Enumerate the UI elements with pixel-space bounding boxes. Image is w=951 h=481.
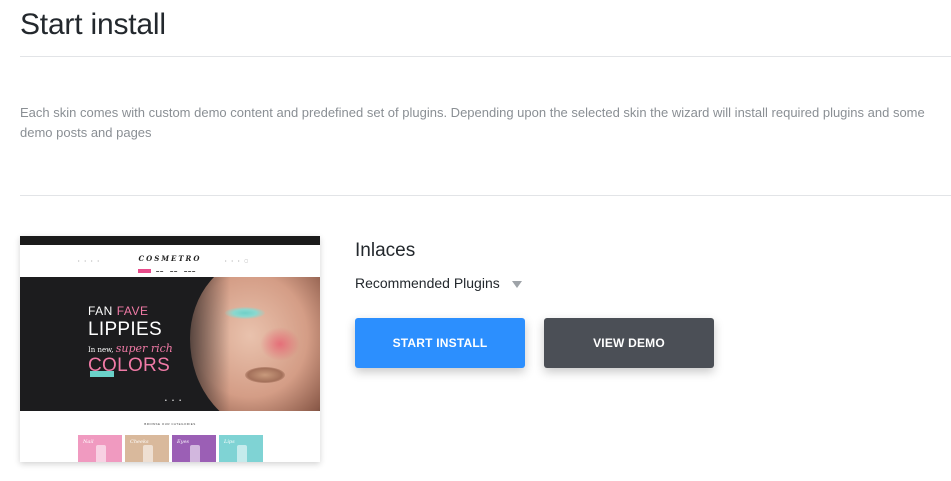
hero-line2: LIPPIES <box>88 319 162 340</box>
category-label: Nail <box>83 439 94 445</box>
preview-nav: ▬▬ ▬▬ ▬▬▬ <box>20 269 320 273</box>
preview-categories-title: BROWSE OUR CATEGORIES <box>144 422 196 426</box>
view-demo-button[interactable]: VIEW DEMO <box>544 318 714 368</box>
category-product <box>190 445 200 462</box>
start-install-button[interactable]: START INSTALL <box>355 318 525 368</box>
preview-category-card: Eyes <box>172 435 216 462</box>
preview-slider-dots: • • • <box>165 398 184 404</box>
skin-preview-image: • • • • COSMETRO • • • ▢ ▬▬ ▬▬ ▬▬▬ FAN FAV… <box>20 236 320 462</box>
skin-name: Inlaces <box>355 240 416 261</box>
preview-eyeshadow <box>225 307 265 319</box>
preview-hero-text: FAN FAVE LIPPIES In new, super rich COLO… <box>88 304 173 377</box>
preview-hero-shadow <box>170 277 230 411</box>
category-product <box>143 445 153 462</box>
hero-line1-a: FAN <box>88 304 113 318</box>
hero-line3-b: super rich <box>115 342 173 355</box>
header-divider <box>20 56 951 57</box>
caret-down-icon[interactable] <box>512 281 522 288</box>
hero-line1-b: FAVE <box>116 304 149 318</box>
preview-blush <box>260 327 300 361</box>
preview-shop-button <box>90 371 114 377</box>
preview-category-card: Cheeks <box>125 435 169 462</box>
section-divider <box>20 195 951 196</box>
preview-topbar <box>20 236 320 245</box>
category-label: Eyes <box>177 439 189 445</box>
preview-lips <box>245 367 285 383</box>
preview-header: • • • • COSMETRO • • • ▢ ▬▬ ▬▬ ▬▬▬ <box>20 245 320 277</box>
preview-category-card: Nail <box>78 435 122 462</box>
preview-logo: COSMETRO <box>138 254 202 263</box>
category-product <box>96 445 106 462</box>
category-label: Lips <box>224 439 235 445</box>
preview-header-icons: • • • ▢ <box>225 258 251 263</box>
page-title: Start install <box>20 8 166 41</box>
preview-hero-banner: FAN FAVE LIPPIES In new, super rich COLO… <box>20 277 320 411</box>
hero-line3-a: In new, <box>88 346 114 354</box>
intro-description: Each skin comes with custom demo content… <box>20 105 925 140</box>
preview-category-card: Lips <box>219 435 263 462</box>
recommended-plugins-toggle[interactable]: Recommended Plugins <box>355 275 500 291</box>
category-product <box>237 445 247 462</box>
